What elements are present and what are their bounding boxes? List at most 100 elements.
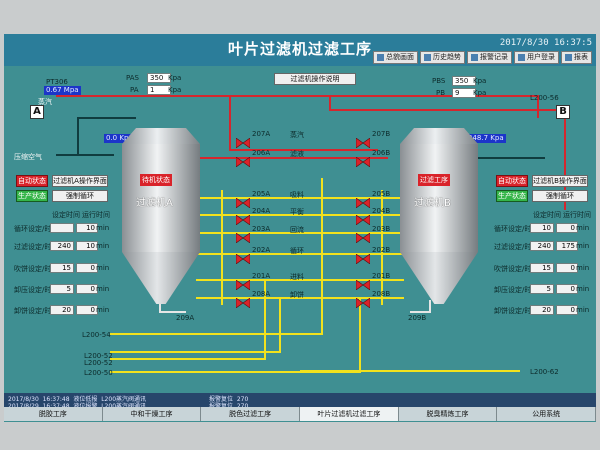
line-code-l200-52b: L200-52	[84, 359, 113, 367]
filter-b-cycle-button[interactable]: 强制循环	[532, 190, 588, 202]
filter-b-row-0-set[interactable]: 10	[530, 223, 554, 233]
valve-207a[interactable]	[235, 133, 251, 149]
filter-b-row-3-set[interactable]: 5	[530, 284, 554, 294]
valve-206a-label: 206A	[252, 149, 271, 157]
pipe-label-2: 吸料	[290, 191, 304, 199]
valve-205b[interactable]	[355, 193, 371, 209]
compressed-air-label: 压缩空气	[14, 153, 42, 161]
pb-label: PB	[436, 89, 446, 97]
valve-206b[interactable]	[355, 152, 371, 168]
filter-a-production-button[interactable]: 生产状态	[16, 190, 48, 202]
vessel-a-cap	[122, 128, 200, 144]
filter-a-row-2-run: 0	[76, 263, 98, 273]
filter-b-row-1-set[interactable]: 240	[530, 241, 554, 251]
filter-a-auto-mode-button[interactable]: 自动状态	[16, 175, 48, 187]
pipe-label-1: 滤液	[290, 150, 304, 158]
valve-206a[interactable]	[235, 152, 251, 168]
filter-b-row-2-set[interactable]: 15	[530, 263, 554, 273]
filter-b-row-2-run: 0	[556, 263, 578, 273]
filter-a-row-4-unit: min	[96, 306, 110, 314]
line-code-top-right: L200-56	[530, 94, 559, 102]
filter-b-row-4-unit: min	[576, 306, 590, 314]
vessel-b-cap	[400, 128, 478, 144]
filter-b-auto-mode-button[interactable]: 自动状态	[496, 175, 528, 187]
steam-pressure-value: 0.67 Mpa	[44, 86, 81, 95]
filter-b-row-2-unit: min	[576, 264, 590, 272]
filter-b-production-button[interactable]: 生产状态	[496, 190, 528, 202]
nav-deodorize-button[interactable]: 脱臭精炼工序	[399, 407, 498, 421]
nav-utility-button[interactable]: 公用系统	[497, 407, 597, 421]
filter-a-row-3-unit: min	[96, 285, 110, 293]
filter-ops-guide-button[interactable]: 过滤机操作说明	[274, 73, 356, 85]
filter-b-ops-button[interactable]: 过滤机B操作界面	[532, 175, 588, 187]
valve-201a[interactable]	[235, 275, 251, 291]
filter-b-row-0-run: 0	[556, 223, 578, 233]
filter-a-row-4-run: 0	[76, 305, 98, 315]
pipe-label-5: 循环	[290, 247, 304, 255]
filter-a-row-4-set[interactable]: 20	[50, 305, 74, 315]
filter-a-row-0-unit: min	[96, 224, 110, 232]
filter-b-header-run: 运行时间	[563, 211, 591, 219]
pressure-sensor-label: PT306	[46, 78, 68, 86]
vessel-a-cone	[122, 252, 200, 304]
valve-202a-label: 202A	[252, 246, 271, 254]
pa-label: PA	[130, 86, 139, 94]
filter-a-header-set: 设定时间	[52, 211, 80, 219]
filter-a-ops-button[interactable]: 过滤机A操作界面	[52, 175, 108, 187]
filter-b-row-1-run: 175	[556, 241, 578, 251]
pb-unit: Kpa	[473, 89, 487, 97]
filter-a-cycle-button[interactable]: 强制循环	[52, 190, 108, 202]
steam-label: 蒸汽	[38, 98, 52, 106]
valve-208a[interactable]	[235, 293, 251, 309]
valve-204a[interactable]	[235, 210, 251, 226]
valve-207a-label: 207A	[252, 130, 271, 138]
valve-208b[interactable]	[355, 293, 371, 309]
filter-a-row-0-set[interactable]	[50, 223, 74, 233]
filter-b-row-0-unit: min	[576, 224, 590, 232]
filter-b-row-4-set[interactable]: 20	[530, 305, 554, 315]
valve-204a-label: 204A	[252, 207, 271, 215]
valve-205b-label: 205B	[372, 190, 391, 198]
filter-a-row-1-unit: min	[96, 242, 110, 250]
nav-bleach-filter-button[interactable]: 脱色过滤工序	[201, 407, 301, 421]
nav-leaf-filter-button[interactable]: 叶片过滤机过滤工序	[300, 407, 399, 421]
steam-main-line	[56, 95, 539, 118]
valve-205a[interactable]	[235, 193, 251, 209]
valve-204b-label: 204B	[372, 207, 391, 215]
marker-b: B	[556, 105, 570, 119]
filter-vessel-a[interactable]: 待机状态 过滤机A	[122, 128, 200, 304]
pas-unit: Kpa	[168, 74, 182, 82]
vessel-bottom-lines	[159, 300, 431, 313]
filter-b-row-3-unit: min	[576, 285, 590, 293]
valve-201b[interactable]	[355, 275, 371, 291]
filter-b-row-3-run: 0	[556, 284, 578, 294]
pipe-label-7: 卸饼	[290, 291, 304, 299]
filter-a-row-2-set[interactable]: 15	[50, 263, 74, 273]
nav-neutral-dry-button[interactable]: 中和干燥工序	[103, 407, 202, 421]
valve-203a[interactable]	[235, 228, 251, 244]
marker-a: A	[30, 105, 44, 119]
valve-204b[interactable]	[355, 210, 371, 226]
valve-202b[interactable]	[355, 249, 371, 265]
pa-unit: Kpa	[168, 86, 182, 94]
pbs-unit: Kpa	[473, 77, 487, 85]
filter-a-row-3-set[interactable]: 5	[50, 284, 74, 294]
vessel-a-status: 待机状态	[140, 174, 172, 186]
vessel-b-status: 过滤工序	[418, 174, 450, 186]
valve-205a-label: 205A	[252, 190, 271, 198]
valve-208a-label: 208A	[252, 290, 271, 298]
pbs-label: PBS	[432, 77, 446, 85]
bottom-nav: 脱胶工序 中和干燥工序 脱色过滤工序 叶片过滤机过滤工序 脱臭精炼工序 公用系统	[4, 407, 597, 421]
valve-207b[interactable]	[355, 133, 371, 149]
return-line-l200-54	[110, 300, 323, 335]
pas-label: PAS	[126, 74, 140, 82]
valve-202a[interactable]	[235, 249, 251, 265]
vessel-a-bottom-valve-label: 209A	[176, 314, 195, 322]
filter-vessel-b[interactable]: 过滤工序 过滤机B	[400, 128, 478, 304]
vessel-a-name: 过滤机A	[136, 198, 173, 209]
filter-a-row-1-set[interactable]: 240	[50, 241, 74, 251]
line-code-l200-50: L200-50	[84, 369, 113, 377]
valve-202b-label: 202B	[372, 246, 391, 254]
valve-203b[interactable]	[355, 228, 371, 244]
nav-degumming-button[interactable]: 脱胶工序	[4, 407, 103, 421]
